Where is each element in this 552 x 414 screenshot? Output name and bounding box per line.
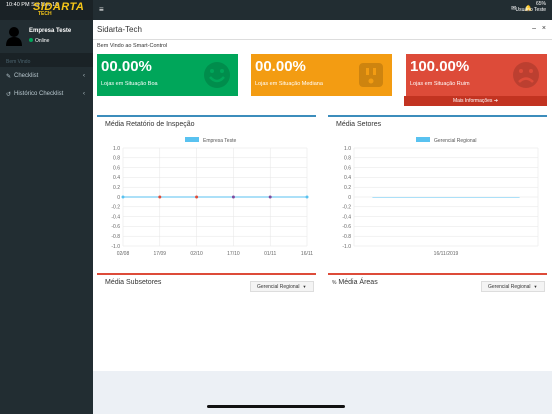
y-tick-label: 0.2 [113,185,120,191]
content-header: Sidarta-Tech – × [93,20,552,40]
arrow-circle-right-icon: ➔ [493,98,499,104]
y-tick-label: 0 [348,195,351,201]
logo-bar: 10:40 PM Sat Nov 16 SIDARTA TECH [0,0,93,20]
stat-box-ruim: 100.00% Lojas em Situação Ruim [406,54,547,96]
stat-value: 00.00% [255,58,306,75]
stat-value: 00.00% [101,58,152,75]
avatar [6,27,22,46]
data-point [121,195,125,199]
y-tick-label: -0.4 [342,214,351,220]
y-tick-label: -0.2 [342,205,351,211]
y-tick-label: 0.6 [344,165,351,171]
data-point [158,195,162,199]
data-bar [372,197,520,198]
panel-subsetores: Média Subsetores Gerencial Regional ▼ [97,273,316,371]
menu-toggle-icon[interactable]: ≡ [99,5,104,14]
sidebar-item-label: Checklist [14,73,39,79]
caret-down-icon: ▼ [533,284,538,289]
panel-title: Média Retatório de Inspeção [105,121,195,128]
y-tick-label: -1.0 [342,244,351,250]
y-tick-label: 0.6 [113,165,120,171]
x-tick-label: 17/10 [227,251,240,257]
topbar: ≡ ✉ 🔔 65% Usuário Teste [93,0,552,20]
y-tick-label: 0.2 [344,185,351,191]
data-point [268,195,272,199]
user-menu[interactable]: 65% Usuário Teste [516,1,546,13]
window-controls: – × [532,25,546,32]
sidebar-header: Bem Vindo [0,53,93,67]
panel-title: Média Setores [336,121,382,128]
welcome-text: Bem Vindo ao Smart-Control [97,43,168,49]
y-tick-label: 0.4 [344,175,351,181]
sidebar-item-historico[interactable]: ↺ Histórico Checklist ‹ [0,85,93,103]
x-tick-label: 02/10 [190,251,203,257]
y-tick-label: -0.2 [111,205,120,211]
page-title: Sidarta-Tech [97,25,142,34]
y-tick-label: -0.6 [342,224,351,230]
y-tick-label: -0.6 [111,224,120,230]
y-tick-label: 0.8 [113,156,120,162]
legend-label: Empresa Teste [203,138,236,144]
minimize-button[interactable]: – [532,25,536,32]
panel-setores: Média Setores Gerencial Regional 1.0 0.8 0.… [328,115,547,265]
sad-face-icon [513,62,539,88]
x-tick-label: 02/08 [117,251,130,257]
x-tick-label: 01/11 [264,251,276,257]
panel-title: % Média Áreas [332,279,378,286]
legend-label: Gerencial Regional [434,138,477,144]
more-info-link[interactable]: Mais Informações ➔ [404,96,547,106]
data-point [231,195,235,199]
y-tick-label: -1.0 [111,244,120,250]
percent-icon: % [332,280,337,286]
setores-bar-chart: Gerencial Regional 1.0 0.8 0.6 0.4 0.2 0 -0.2 -0… [342,137,539,257]
x-tick-label: 17/09 [154,251,167,257]
legend-swatch [416,137,430,142]
panel-title: Média Subsetores [105,279,162,286]
sidebar-item-label: Histórico Checklist [14,91,64,97]
stat-value: 100.00% [410,58,470,75]
edit-icon: ✎ [6,73,12,80]
y-tick-label: -0.4 [111,214,120,220]
inspecao-line-chart: Empresa Teste 1.0 0.8 0.6 0.4 0.2 0 -0.2 -0.4 -0.… [111,137,313,257]
top-user-name: Usuário Teste [515,7,546,13]
user-name: Empresa Teste [29,28,72,34]
sidebar: 10:40 PM Sat Nov 16 SIDARTA TECH Empresa… [0,0,93,414]
history-icon: ↺ [6,91,12,98]
y-tick-label: 0.4 [113,175,120,181]
data-point [305,195,309,199]
x-tick-label: 16/11 [301,251,313,257]
chevron-left-icon: ‹ [83,91,85,97]
x-tick-label: 16/11/2019 [434,251,459,257]
y-tick-label: 0 [117,195,120,201]
data-point [195,195,199,199]
user-status: Online [29,38,49,44]
stat-box-mediana: 00.00% Lojas em Situação Mediana [251,54,392,96]
stat-label: Lojas em Situação Mediana [255,81,323,87]
home-indicator[interactable] [207,405,345,408]
stat-box-boa: 00.00% Lojas em Situação Boa [97,54,238,96]
smile-icon [204,62,230,88]
y-tick-label: -0.8 [111,234,120,240]
stat-label: Lojas em Situação Ruim [410,81,470,87]
sidebar-item-checklist[interactable]: ✎ Checklist ‹ [0,67,93,85]
y-tick-label: -0.8 [342,234,351,240]
close-button[interactable]: × [542,25,546,32]
online-dot-icon [29,38,33,42]
main-content: Sidarta-Tech – × Bem Vindo ao Smart-Cont… [93,20,552,414]
y-tick-label: 0.8 [344,156,351,162]
stat-label: Lojas em Situação Boa [101,81,158,87]
panel-inspecao: Média Retatório de Inspeção Empresa Test… [97,115,316,265]
areas-filter-dropdown[interactable]: Gerencial Regional ▼ [481,281,545,292]
plug-icon [359,63,383,87]
caret-down-icon: ▼ [302,284,307,289]
y-tick-label: 1.0 [344,146,351,152]
brand-logo-sub: TECH [38,11,52,17]
legend-swatch [185,137,199,142]
subsetores-filter-dropdown[interactable]: Gerencial Regional ▼ [250,281,314,292]
chevron-left-icon: ‹ [83,73,85,79]
user-panel: Empresa Teste Online [0,24,93,52]
y-tick-label: 1.0 [113,146,120,152]
panel-areas: % Média Áreas Gerencial Regional ▼ [328,273,547,371]
